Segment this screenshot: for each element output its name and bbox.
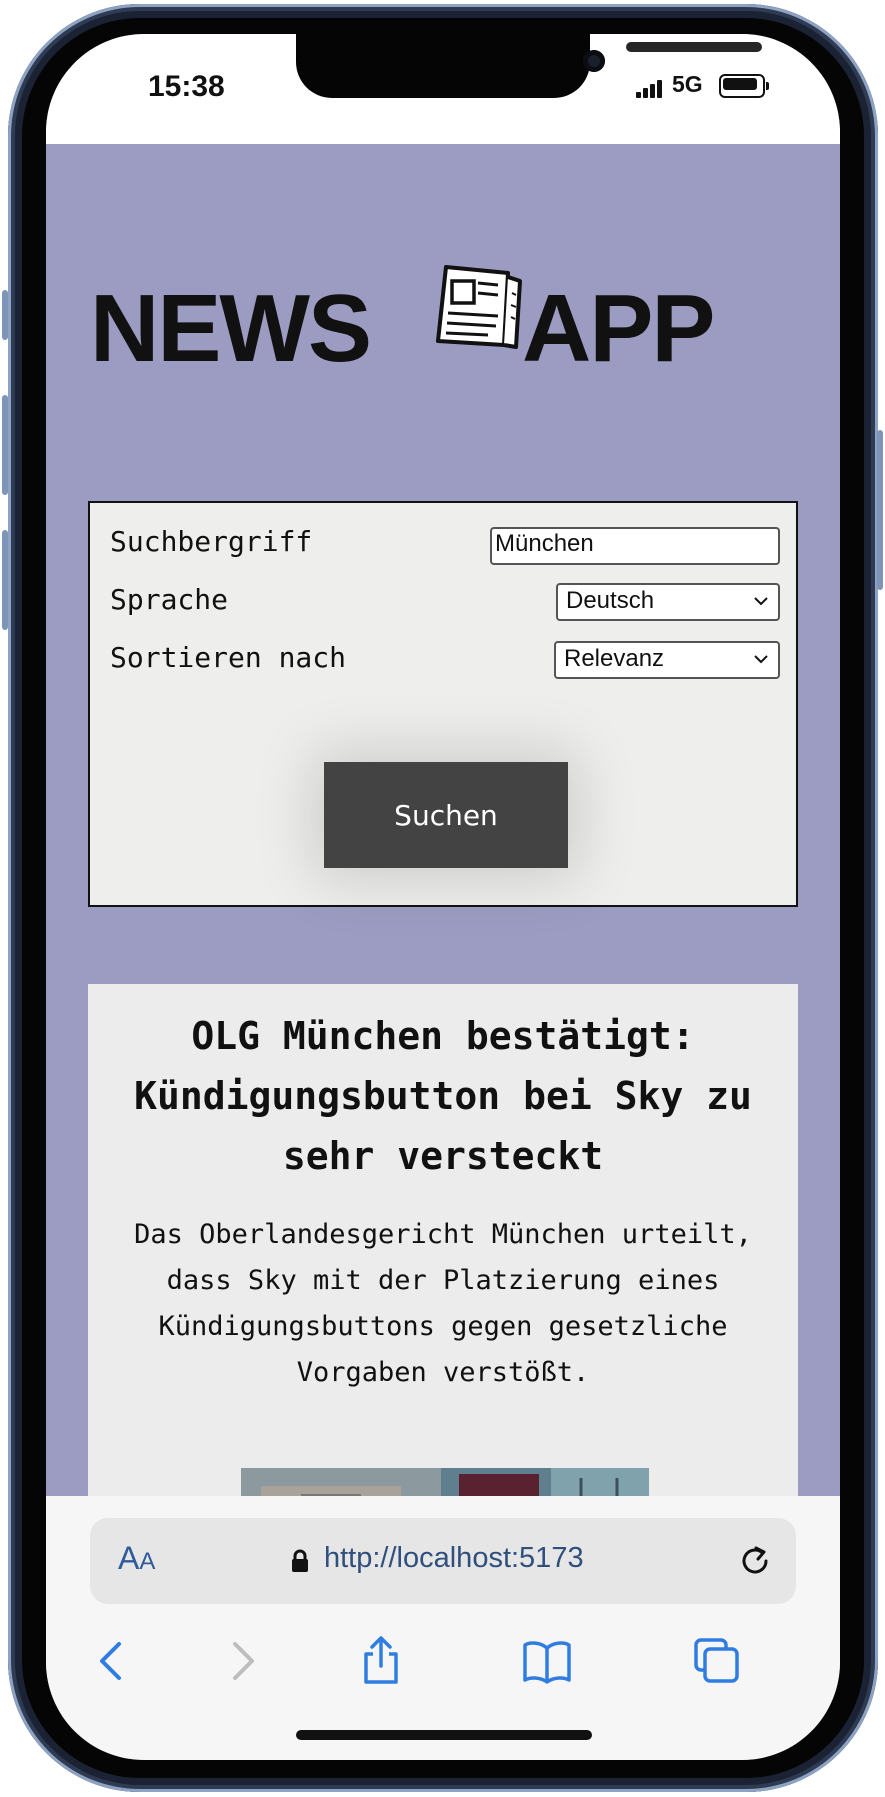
search-term-input[interactable]: München: [490, 527, 780, 565]
sort-select-value: Relevanz: [564, 645, 665, 672]
reload-icon[interactable]: [736, 1542, 774, 1580]
app-title-app: APP: [522, 275, 715, 382]
browser-chrome: AA http://localhost:5173: [46, 1496, 840, 1760]
speaker: [626, 42, 762, 52]
search-term-label: Suchbergriff: [110, 525, 313, 558]
page-content: NEWS APP Suchbergriff München Sprache De…: [46, 144, 840, 1548]
tabs-icon[interactable]: [692, 1636, 742, 1686]
status-bar: 15:38 5G: [46, 34, 840, 144]
article-card[interactable]: OLG München bestätigt: Kündigungsbutton …: [88, 984, 798, 1548]
battery-icon: [719, 74, 769, 98]
language-select-value: Deutsch: [566, 587, 655, 614]
camera: [583, 50, 605, 72]
app-title-news: NEWS: [90, 275, 372, 382]
article-description: Das Oberlandesgericht München urteilt, d…: [134, 1219, 752, 1388]
search-button[interactable]: Suchen: [324, 762, 568, 868]
url-text[interactable]: http://localhost:5173: [324, 1542, 584, 1575]
chevron-down-icon: [754, 597, 768, 606]
search-form: Suchbergriff München Sprache Deutsch Sor…: [88, 501, 798, 907]
newspaper-icon: [436, 265, 522, 349]
notch: [296, 34, 762, 98]
power-button: [877, 430, 883, 590]
volume-down-button: [2, 530, 8, 630]
sort-label: Sortieren nach: [110, 641, 347, 674]
status-time: 15:38: [148, 70, 225, 103]
signal-icon: [636, 78, 664, 98]
mute-switch: [2, 290, 8, 340]
text-size-button[interactable]: AA: [118, 1540, 155, 1577]
sort-select[interactable]: Relevanz: [554, 641, 780, 679]
bookmarks-icon[interactable]: [522, 1636, 572, 1686]
lock-icon: [292, 1549, 308, 1572]
language-select[interactable]: Deutsch: [556, 583, 780, 621]
back-icon[interactable]: [88, 1636, 138, 1686]
chevron-down-icon: [754, 655, 768, 664]
home-indicator: [296, 1730, 592, 1740]
share-icon[interactable]: [356, 1636, 406, 1686]
forward-icon[interactable]: [216, 1636, 266, 1686]
screen: 15:38 5G NEWS APP Suchbergriff München S…: [46, 34, 840, 1760]
network-type: 5G: [672, 71, 703, 97]
address-bar[interactable]: AA http://localhost:5173: [90, 1518, 796, 1604]
article-title[interactable]: OLG München bestätigt: Kündigungsbutton …: [88, 1006, 798, 1186]
language-label: Sprache: [110, 583, 229, 616]
volume-up-button: [2, 395, 8, 495]
